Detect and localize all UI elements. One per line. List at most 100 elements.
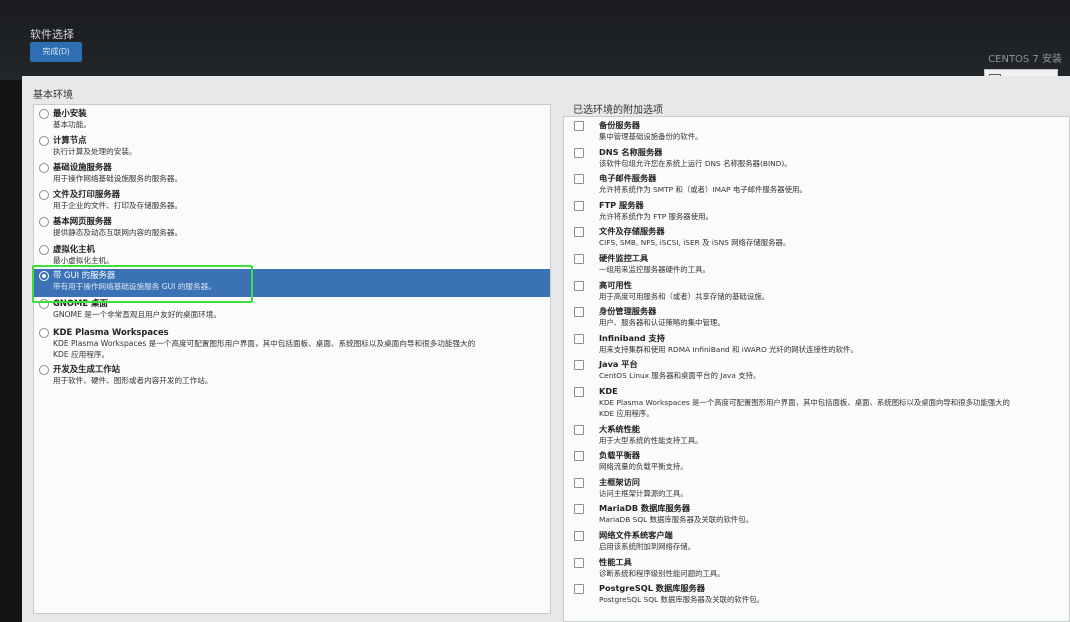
environment-desc: 用于软件、硬件、图形或者内容开发的工作站。 xyxy=(53,376,213,385)
addons-list: 备份服务器集中管理基础设施备份的软件。 DNS 名称服务器 该软件包组允许您在系统上… xyxy=(563,116,1070,622)
addon-name: PostgreSQL 数据库服务器 xyxy=(599,583,705,594)
addon-desc: 访问主框架计算源的工具。 xyxy=(599,488,688,498)
header-bar: 软件选择 完成(D) CENTOS 7 安装 xyxy=(0,0,1070,80)
addon-desc: 网络流量的负载平衡支持。 xyxy=(599,462,688,472)
addon-item[interactable]: 文件及存储服务器 CIFS, SMB, NFS, iSCSI, iSER 及 iS… xyxy=(564,225,1069,248)
base-environment-list: 最小安装基本功能。计算节点执行计算及处理的安装。基础设施服务器 用于操作网络基础设… xyxy=(33,104,551,614)
checkbox[interactable] xyxy=(574,387,584,397)
addon-desc: 用于高度可用服务和（或者）共享存储的基础设施。 xyxy=(599,291,769,301)
selection-highlight-box xyxy=(32,265,253,303)
environment-name: 文件及打印服务器 xyxy=(53,189,120,199)
environment-desc: 执行计算及处理的安装。 xyxy=(53,147,137,156)
radio-button[interactable] xyxy=(39,245,49,255)
base-environment-item[interactable]: 文件及打印服务器 用于企业的文件、打印及存储服务器。 xyxy=(34,188,550,214)
checkbox[interactable] xyxy=(574,200,584,211)
environment-desc: 基本功能。 xyxy=(53,120,91,129)
addon-name: 硬件监控工具 xyxy=(599,253,649,263)
radio-button[interactable] xyxy=(39,163,49,173)
radio-button[interactable] xyxy=(39,217,49,227)
addon-name: 文件及存储服务器 xyxy=(599,226,665,237)
addon-item[interactable]: PostgreSQL 数据库服务器 PostgreSQL SQL 数据库服务器及关… xyxy=(564,582,1069,605)
radio-button[interactable] xyxy=(39,109,49,119)
done-button[interactable]: 完成(D) xyxy=(30,42,82,62)
addon-name: 备份服务器 xyxy=(599,120,640,130)
checkbox[interactable] xyxy=(574,174,584,185)
checkbox[interactable] xyxy=(574,424,584,435)
addon-item[interactable]: 网络文件系统客户端 启用该系统附加到网络存储。 xyxy=(564,529,1069,552)
addon-desc: 允许将系统作为 FTP 服务器使用。 xyxy=(599,211,713,221)
addon-desc: 一组用来监控服务器硬件的工具。 xyxy=(599,265,710,274)
addon-name: 身份管理服务器 xyxy=(599,306,657,317)
base-environment-item[interactable]: 开发及生成工作站用于软件、硬件、图形或者内容开发的工作站。 xyxy=(34,363,550,389)
addon-item[interactable]: 负载平衡器 网络流量的负载平衡支持。 xyxy=(564,449,1069,472)
checkbox[interactable] xyxy=(574,584,584,595)
checkbox[interactable] xyxy=(574,307,584,318)
addon-item[interactable]: 高可用性 用于高度可用服务和（或者）共享存储的基础设施。 xyxy=(564,279,1069,302)
environment-name: 开发及生成工作站 xyxy=(53,364,120,374)
checkbox[interactable] xyxy=(574,360,584,371)
checkbox[interactable] xyxy=(574,121,584,131)
addon-desc: 用于大型系统的性能支持工具。 xyxy=(599,435,703,445)
addon-desc: 该软件包组允许您在系统上运行 DNS 名称服务器(BIND)。 xyxy=(599,158,792,168)
addon-name: 网络文件系统客户端 xyxy=(599,529,673,540)
addon-item[interactable]: Java 平台 CentOS Linux 服务器和桌面平台的 Java 支持。 xyxy=(564,358,1069,381)
addon-item[interactable]: 备份服务器集中管理基础设施备份的软件。 xyxy=(564,119,1069,142)
checkbox[interactable] xyxy=(574,477,584,488)
checkbox[interactable] xyxy=(574,254,584,264)
base-environment-item[interactable]: 计算节点执行计算及处理的安装。 xyxy=(34,134,550,160)
addon-desc: PostgreSQL SQL 数据库服务器及关联的软件包。 xyxy=(599,595,764,605)
addon-desc: 用来支持集群和使用 RDMA InfiniBand 和 iWARO 光纤的网状连… xyxy=(599,344,858,354)
addon-name: 主框架访问 xyxy=(599,476,640,487)
product-title: CENTOS 7 安装 xyxy=(988,54,1062,65)
base-environment-item[interactable]: KDE Plasma Workspaces KDE Plasma Workspac… xyxy=(34,326,550,362)
addon-item[interactable]: DNS 名称服务器 该软件包组允许您在系统上运行 DNS 名称服务器(BIND)。 xyxy=(564,146,1069,169)
addon-item[interactable]: 电子邮件服务器 允许将系统作为 SMTP 和（或者）IMAP 电子邮件服务器使用。 xyxy=(564,172,1069,195)
checkbox[interactable] xyxy=(574,280,584,291)
addon-item[interactable]: 身份管理服务器 用户、服务器和认证策略的集中管理。 xyxy=(564,305,1069,328)
checkbox[interactable] xyxy=(574,504,584,515)
environment-name: 最小安装 xyxy=(53,108,87,118)
addon-item[interactable]: KDE KDE Plasma Workspaces 是一个高度可配置图形用户界面，… xyxy=(564,385,1069,419)
base-environment-item[interactable]: 最小安装 基本功能。 xyxy=(34,107,550,133)
addon-item[interactable]: 大系统性能 用于大型系统的性能支持工具。 xyxy=(564,423,1069,446)
base-environment-item[interactable]: 基础设施服务器 用于操作网络基础设施服务的服务器。 xyxy=(34,161,550,187)
checkbox[interactable] xyxy=(574,333,584,344)
addon-name: 高可用性 xyxy=(599,279,632,290)
radio-button[interactable] xyxy=(39,190,49,200)
environment-desc: GNOME 是一个非常直观且用户友好的桌面环境。 xyxy=(53,310,221,319)
addon-desc: 用户、服务器和认证策略的集中管理。 xyxy=(599,318,725,328)
addon-name: Java 平台 xyxy=(599,359,638,370)
addon-item[interactable]: Infiniband 支持 用来支持集群和使用 RDMA InfiniBand 和… xyxy=(564,332,1069,355)
radio-button[interactable] xyxy=(39,365,49,375)
base-environment-item[interactable]: 基本网页服务器提供静态及动态互联网内容的服务器。 xyxy=(34,215,550,241)
addon-name: 大系统性能 xyxy=(599,423,640,434)
addon-desc: 允许将系统作为 SMTP 和（或者）IMAP 电子邮件服务器使用。 xyxy=(599,185,807,195)
addons-title: 已选环境的附加选项 xyxy=(573,105,663,116)
environment-name: 虚拟化主机 xyxy=(53,244,95,254)
radio-button[interactable] xyxy=(39,328,49,338)
addon-name: 电子邮件服务器 xyxy=(599,173,657,184)
environment-desc: KDE Plasma Workspaces 是一个高度可配置图形用户界面，其中包… xyxy=(53,339,476,348)
base-environment-item[interactable]: 虚拟化主机 最小虚拟化主机。 xyxy=(34,243,550,267)
environment-name: 计算节点 xyxy=(53,135,87,145)
addon-desc: 集中管理基础设施备份的软件。 xyxy=(599,132,703,141)
addon-item[interactable]: 硬件监控工具一组用来监控服务器硬件的工具。 xyxy=(564,252,1069,275)
addon-desc: MariaDB SQL 数据库服务器及关联的软件包。 xyxy=(599,515,754,525)
environment-name: KDE Plasma Workspaces xyxy=(53,327,169,337)
radio-button[interactable] xyxy=(39,136,49,146)
checkbox[interactable] xyxy=(574,147,584,158)
addon-item[interactable]: FTP 服务器 允许将系统作为 FTP 服务器使用。 xyxy=(564,199,1069,222)
software-selection-panel: 基本环境 已选环境的附加选项 最小安装 基本功能。 计算节点 执行计算及处理的安装。基… xyxy=(22,76,1070,622)
page-title: 软件选择 xyxy=(30,28,74,41)
addon-item[interactable]: 主框架访问 访问主框架计算源的工具。 xyxy=(564,476,1069,499)
addon-item[interactable]: MariaDB 数据库服务器 MariaDB SQL 数据库服务器及关联的软件包。 xyxy=(564,502,1069,525)
checkbox[interactable] xyxy=(574,530,584,541)
environment-desc: 提供静态及动态互联网内容的服务器。 xyxy=(53,228,183,237)
checkbox[interactable] xyxy=(574,227,584,238)
checkbox[interactable] xyxy=(574,557,584,568)
environment-name: 基本网页服务器 xyxy=(53,216,112,226)
addon-name: Infiniband 支持 xyxy=(599,332,665,343)
addon-desc: CentOS Linux 服务器和桌面平台的 Java 支持。 xyxy=(599,371,761,381)
addon-item[interactable]: 性能工具 诊断系统和程序级别性能问题的工具。 xyxy=(564,556,1069,579)
checkbox[interactable] xyxy=(574,451,584,462)
